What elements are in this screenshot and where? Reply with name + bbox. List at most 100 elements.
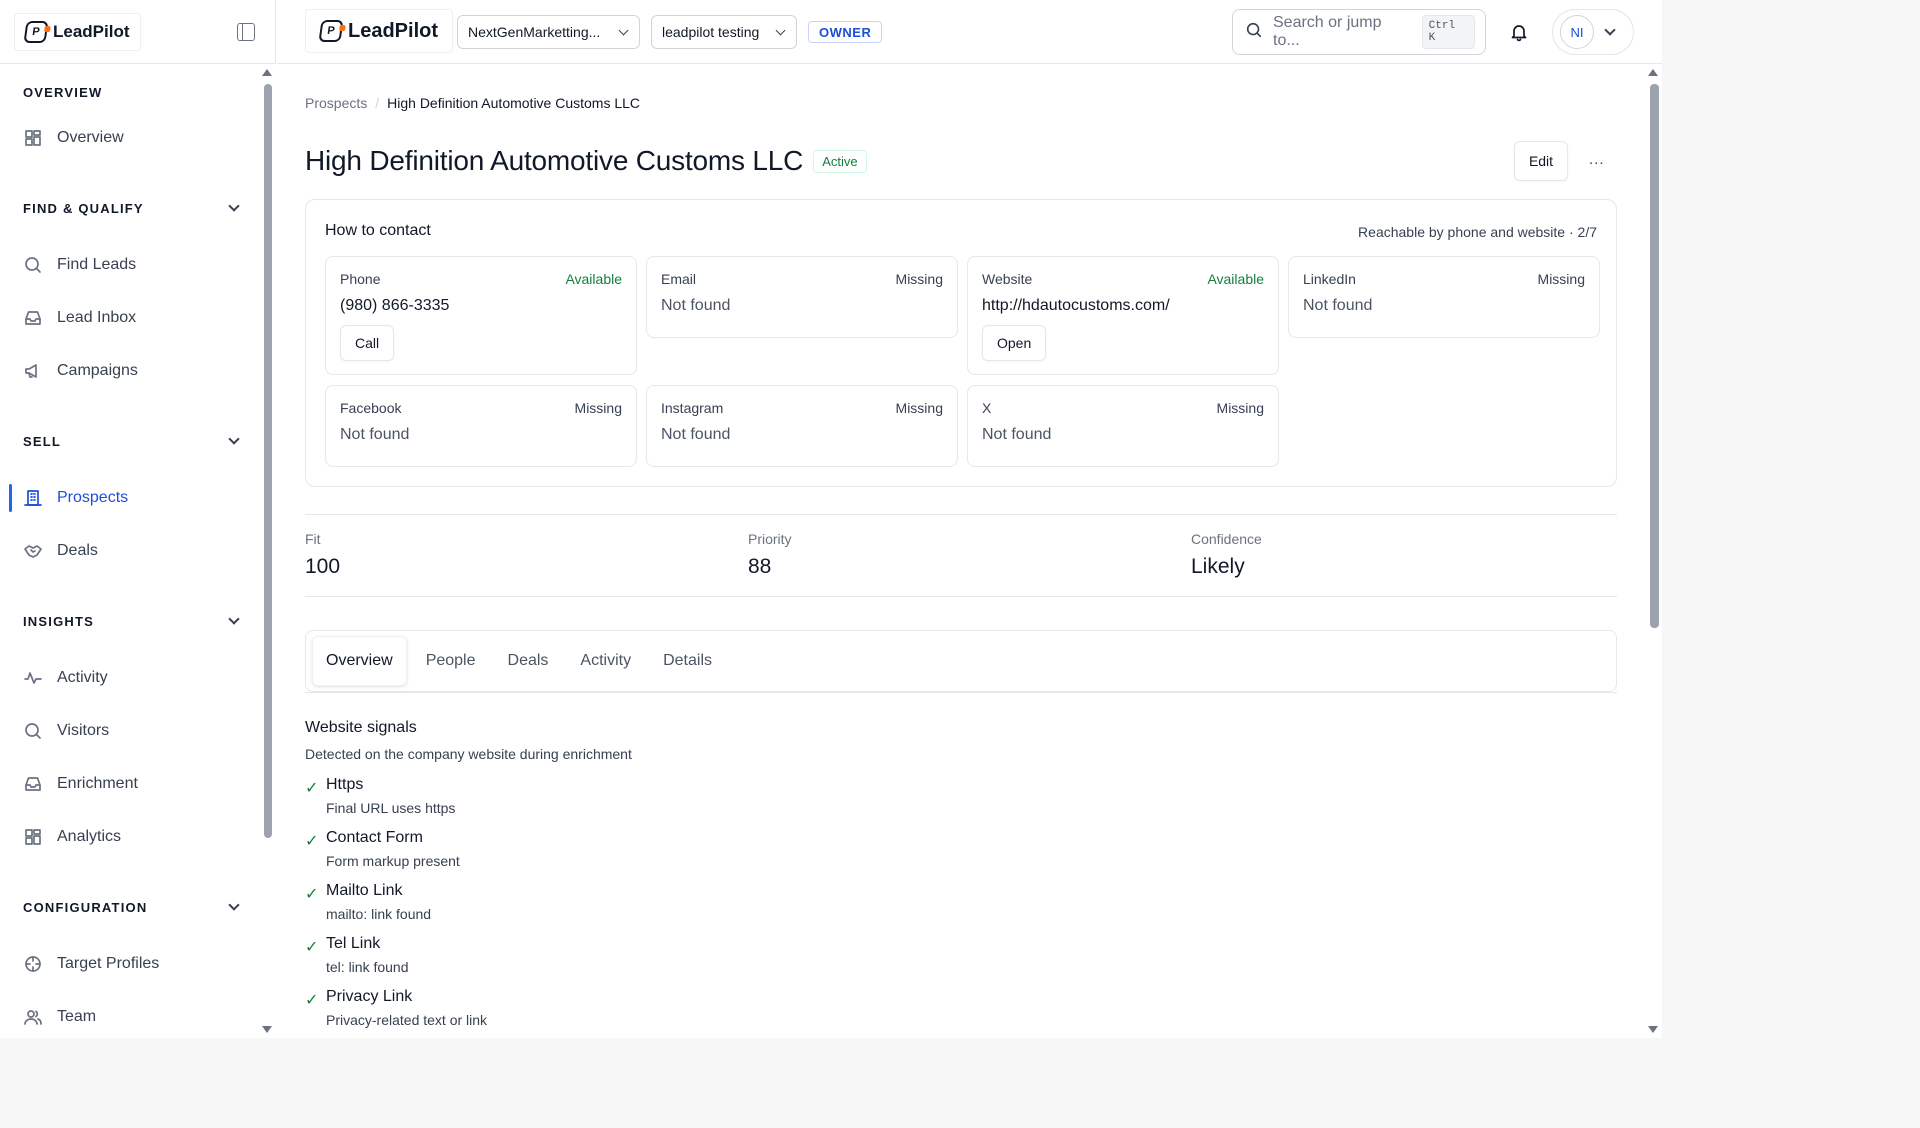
website-value[interactable]: http://hdautocustoms.com/ xyxy=(982,297,1264,315)
contact-card-facebook: Facebook Missing Not found xyxy=(325,385,637,467)
section-sell[interactable]: SELL xyxy=(0,431,262,451)
check-icon: ✓ xyxy=(305,833,319,850)
section-find-qualify[interactable]: FIND & QUALIFY xyxy=(0,198,262,218)
tab-activity[interactable]: Activity xyxy=(567,636,644,686)
workspace-select[interactable]: NextGenMarketting... xyxy=(457,15,640,49)
app-window: P LeadPilot OVERVIEW Overview FIND & QUA… xyxy=(0,0,1662,1038)
search-icon xyxy=(1245,21,1263,44)
scroll-down-arrow-icon[interactable] xyxy=(1648,1026,1658,1033)
search-shortcut: Ctrl K xyxy=(1421,15,1475,49)
main-content: Prospects / High Definition Automotive C… xyxy=(277,65,1647,1038)
open-website-button[interactable]: Open xyxy=(982,325,1047,361)
sidebar-item-lead-inbox[interactable]: Lead Inbox xyxy=(0,296,262,340)
detail-tabs: Overview People Deals Activity Details xyxy=(305,630,1617,692)
sidebar-item-visitors[interactable]: Visitors xyxy=(0,709,262,753)
sidebar-item-target-profiles[interactable]: Target Profiles xyxy=(0,942,262,986)
brand-logo-header[interactable]: P LeadPilot xyxy=(305,9,454,53)
edit-button[interactable]: Edit xyxy=(1514,141,1568,181)
avatar: NI xyxy=(1560,15,1594,49)
chevron-down-icon xyxy=(228,200,240,212)
page-title: High Definition Automotive Customs LLC xyxy=(305,145,804,176)
phone-value[interactable]: (980) 866-3335 xyxy=(340,297,622,315)
section-overview: OVERVIEW xyxy=(23,84,103,100)
logo-mark-icon: P xyxy=(23,20,49,43)
check-icon: ✓ xyxy=(305,939,319,956)
chevron-down-icon xyxy=(228,433,240,445)
target-icon xyxy=(23,954,43,974)
chevron-down-icon xyxy=(228,613,240,625)
sidebar-item-find-leads[interactable]: Find Leads xyxy=(0,243,262,287)
contact-title: How to contact xyxy=(325,222,431,239)
search-placeholder: Search or jump to... xyxy=(1273,14,1382,49)
sidebar-item-deals[interactable]: Deals xyxy=(0,529,262,573)
list-item: ✓ Privacy Link Privacy-related text or li… xyxy=(305,988,488,1028)
sidebar-item-enrichment[interactable]: Enrichment xyxy=(0,762,262,806)
sidebar-item-activity[interactable]: Activity xyxy=(0,656,262,700)
users-icon xyxy=(23,1007,43,1027)
check-icon: ✓ xyxy=(305,886,319,903)
grid-icon xyxy=(23,827,43,847)
how-to-contact-panel: How to contact Reachable by phone and we… xyxy=(305,199,1617,487)
sidebar-item-prospects[interactable]: Prospects xyxy=(0,476,262,520)
list-item: ✓ Mailto Link mailto: link found xyxy=(305,882,432,922)
contact-summary: Reachable by phone and website · 2/7 xyxy=(1358,224,1597,240)
divider xyxy=(305,514,1617,515)
scroll-up-arrow-icon[interactable] xyxy=(1648,69,1658,76)
project-select[interactable]: leadpilot testing xyxy=(651,15,797,49)
contact-card-website: Website Available http://hdautocustoms.c… xyxy=(967,256,1279,375)
user-menu[interactable]: NI xyxy=(1552,9,1634,55)
metric-priority: Priority 88 xyxy=(748,531,792,578)
sidebar-item-campaigns[interactable]: Campaigns xyxy=(0,349,262,393)
status-available: Available xyxy=(565,271,622,287)
section-configuration[interactable]: CONFIGURATION xyxy=(0,897,262,917)
breadcrumb-separator: / xyxy=(375,95,380,111)
grid-icon xyxy=(23,128,43,148)
pulse-icon xyxy=(23,668,43,688)
chevron-down-icon xyxy=(228,899,240,911)
chevron-down-icon xyxy=(1604,24,1616,36)
building-icon xyxy=(23,488,43,508)
section-insights[interactable]: INSIGHTS xyxy=(0,611,262,631)
page-header: High Definition Automotive Customs LLC A… xyxy=(305,145,867,177)
tab-people[interactable]: People xyxy=(413,636,489,686)
search-icon xyxy=(23,255,43,275)
tab-deals[interactable]: Deals xyxy=(495,636,562,686)
handshake-icon xyxy=(23,541,43,561)
check-icon: ✓ xyxy=(305,992,319,1009)
sidebar-nav: OVERVIEW Overview FIND & QUALIFY Find Le… xyxy=(0,64,262,1038)
contact-card-instagram: Instagram Missing Not found xyxy=(646,385,958,467)
contact-card-phone: Phone Available (980) 866-3335 Call xyxy=(325,256,637,375)
global-search[interactable]: Search or jump to... Ctrl K xyxy=(1232,9,1486,55)
breadcrumb: Prospects / High Definition Automotive C… xyxy=(305,95,640,111)
sidebar-item-team[interactable]: Team xyxy=(0,995,262,1038)
tab-overview[interactable]: Overview xyxy=(312,636,407,686)
list-item: ✓ Https Final URL uses https xyxy=(305,776,456,816)
website-signals-subtitle: Detected on the company website during e… xyxy=(305,746,632,762)
more-actions-button[interactable]: ... xyxy=(1589,151,1605,168)
brand-logo[interactable]: P LeadPilot xyxy=(14,12,141,51)
chevron-down-icon xyxy=(775,25,786,35)
scroll-up-arrow-icon[interactable] xyxy=(262,69,272,76)
check-icon: ✓ xyxy=(305,780,319,797)
bell-icon[interactable] xyxy=(1509,22,1529,47)
role-badge: OWNER xyxy=(808,21,883,43)
contact-card-linkedin: LinkedIn Missing Not found xyxy=(1288,256,1600,338)
collapse-sidebar-icon[interactable] xyxy=(237,22,255,41)
sidebar-scrollbar-thumb[interactable] xyxy=(264,84,272,838)
sidebar-item-analytics[interactable]: Analytics xyxy=(0,815,262,859)
breadcrumb-prospects[interactable]: Prospects xyxy=(305,95,367,111)
call-button[interactable]: Call xyxy=(340,325,395,361)
scroll-down-arrow-icon[interactable] xyxy=(262,1026,272,1033)
inbox-icon xyxy=(23,308,43,328)
status-missing: Missing xyxy=(895,400,943,416)
chevron-down-icon xyxy=(618,25,629,35)
logo-mark-icon: P xyxy=(318,20,344,42)
contact-card-x: X Missing Not found xyxy=(967,385,1279,467)
sidebar-item-overview[interactable]: Overview xyxy=(0,116,262,160)
status-badge: Active xyxy=(813,149,867,173)
inbox-icon xyxy=(23,774,43,794)
tab-details[interactable]: Details xyxy=(650,636,725,686)
main-scrollbar-thumb[interactable] xyxy=(1650,84,1659,628)
status-missing: Missing xyxy=(895,271,943,287)
list-item: ✓ Tel Link tel: link found xyxy=(305,935,409,975)
